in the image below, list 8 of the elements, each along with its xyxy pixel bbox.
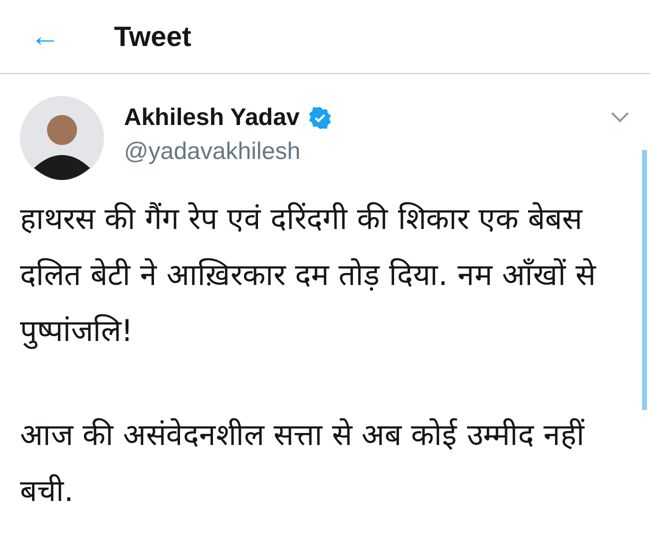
scrollbar[interactable] xyxy=(642,150,647,410)
author-name: Akhilesh Yadav xyxy=(124,104,300,132)
tweet-text: हाथरस की गैंग रेप एवं दरिंदगी की शिकार एक बेबस दलित बेटी ने आख़िरकार दम तोड़ दिया. नम आँखों से पुष्पांजलि! xyxy=(20,201,598,351)
page-title: Tweet xyxy=(114,20,192,52)
chevron-down-icon[interactable] xyxy=(610,110,630,124)
tweet-text: आज की असंवेदनशील सत्ता से अब कोई उम्मीद नहीं बची. xyxy=(20,417,586,511)
back-button[interactable]: ← xyxy=(28,22,62,52)
author-handle: @yadavakhilesh xyxy=(124,138,302,166)
